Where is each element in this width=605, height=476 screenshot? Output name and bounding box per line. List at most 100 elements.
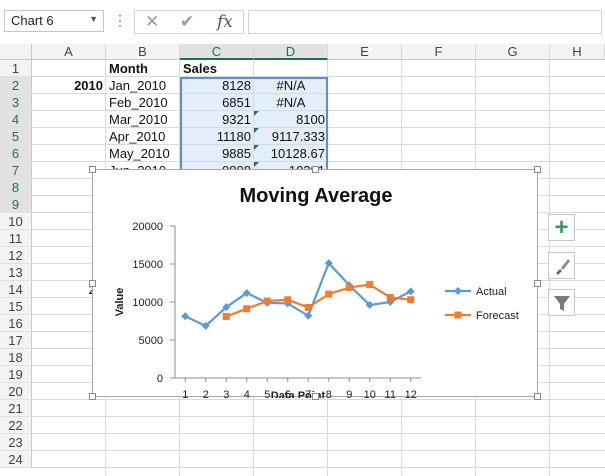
chart-area[interactable]: Moving Average 0 5000 10000 15000 20000 1 2 3 4 5 6…	[89, 166, 541, 402]
column-header-f[interactable]: F	[402, 44, 476, 60]
resize-handle[interactable]	[89, 166, 96, 173]
row-header-24[interactable]: 24	[0, 451, 32, 468]
resize-handle[interactable]	[312, 166, 319, 173]
cancel-icon[interactable]: ✕	[145, 12, 159, 32]
formula-input[interactable]	[248, 10, 602, 34]
row-header-8[interactable]: 8	[0, 179, 32, 196]
forecast-cell[interactable]: #N/A	[254, 77, 328, 94]
resize-handle[interactable]	[534, 393, 541, 400]
row-header-15[interactable]: 15	[0, 298, 32, 315]
row-header-14[interactable]: 14	[0, 281, 32, 298]
resize-handle[interactable]	[89, 280, 96, 287]
row-header-22[interactable]: 22	[0, 417, 32, 434]
x-tick-label: 2	[203, 389, 209, 398]
row-header-12[interactable]: 12	[0, 247, 32, 264]
resize-handle[interactable]	[534, 280, 541, 287]
sales-cell[interactable]: 6851	[180, 94, 254, 111]
sales-cell[interactable]: 9321	[180, 111, 254, 128]
cell-c1-header[interactable]: Sales	[180, 60, 254, 77]
column-header-a[interactable]: A	[32, 44, 106, 60]
y-tick-label: 20000	[132, 221, 163, 233]
column-header-h[interactable]: H	[550, 44, 605, 60]
forecast-cell[interactable]: 8100	[254, 111, 328, 128]
month-cell[interactable]: Mar_2010	[106, 111, 180, 128]
actual-point	[406, 287, 415, 296]
cell-b1-header[interactable]: Month	[106, 60, 180, 77]
forecast-point	[304, 303, 312, 311]
chart-elements-button[interactable]: +	[548, 214, 575, 241]
y-axis-title: Value	[114, 288, 126, 317]
x-tick-label: 12	[405, 389, 417, 398]
row-header-6[interactable]: 6	[0, 145, 32, 162]
resize-handle[interactable]	[89, 393, 96, 400]
sales-cell[interactable]: 11180	[180, 128, 254, 145]
month-cell[interactable]: Jan_2010	[106, 77, 180, 94]
month-cell[interactable]: May_2010	[106, 145, 180, 162]
sales-cell[interactable]: 9885	[180, 145, 254, 162]
forecast-point	[284, 296, 292, 304]
forecast-point	[325, 290, 333, 298]
error-indicator	[254, 128, 259, 133]
forecast-cell[interactable]: #N/A	[254, 94, 328, 111]
row-header-2[interactable]: 2	[0, 77, 32, 94]
series-line-actual	[184, 261, 412, 328]
column-header-b[interactable]: B	[106, 44, 180, 60]
row-header-17[interactable]: 17	[0, 332, 32, 349]
x-tick-label: 5	[264, 389, 270, 398]
row-header-16[interactable]: 16	[0, 315, 32, 332]
forecast-point	[407, 296, 415, 304]
row-gridline	[32, 416, 605, 417]
x-tick-label: 4	[244, 389, 250, 398]
row-header-1[interactable]: 1	[0, 60, 32, 77]
row-header-20[interactable]: 20	[0, 383, 32, 400]
y-tick-label: 0	[157, 373, 163, 385]
legend-marker-actual	[454, 287, 462, 295]
column-header-d[interactable]: D	[254, 44, 328, 60]
forecast-cell[interactable]: 9117.333	[254, 128, 328, 145]
row-header-3[interactable]: 3	[0, 94, 32, 111]
row-header-18[interactable]: 18	[0, 349, 32, 366]
resize-handle[interactable]	[312, 393, 319, 400]
column-header-c[interactable]: C	[180, 44, 254, 60]
filter-icon	[553, 295, 570, 311]
select-all-corner[interactable]	[0, 44, 32, 60]
forecast-cell[interactable]: 10128.67	[254, 145, 328, 162]
forecast-point	[243, 305, 251, 313]
column-header-g[interactable]: G	[476, 44, 550, 60]
sales-cell[interactable]: 8128	[180, 77, 254, 94]
forecast-point	[386, 293, 394, 301]
x-tick-label: 8	[326, 389, 332, 398]
forecast-point	[263, 297, 271, 305]
moving-average-chart: Moving Average050001000015000200001 2 3 4 5 6…	[114, 185, 519, 402]
row-header-9[interactable]: 9	[0, 196, 32, 213]
y-tick-label: 5000	[139, 335, 163, 347]
name-box[interactable]: Chart 6 ▼	[4, 10, 104, 32]
row-header-21[interactable]: 21	[0, 400, 32, 417]
row-header-5[interactable]: 5	[0, 128, 32, 145]
row-header-19[interactable]: 19	[0, 366, 32, 383]
insert-function-icon[interactable]: fx	[217, 12, 233, 32]
enter-icon[interactable]: ✔	[180, 12, 194, 32]
y-tick-label: 15000	[132, 259, 163, 271]
more-options-icon[interactable]: ⋮	[113, 12, 127, 29]
row-gridline	[32, 450, 605, 451]
row-header-11[interactable]: 11	[0, 230, 32, 247]
actual-point	[181, 312, 190, 321]
chevron-down-icon[interactable]: ▼	[89, 14, 98, 24]
month-cell[interactable]: Apr_2010	[106, 128, 180, 145]
cell-a2[interactable]: 2010	[32, 77, 106, 94]
row-header-23[interactable]: 23	[0, 434, 32, 451]
row-header-13[interactable]: 13	[0, 264, 32, 281]
chart-styles-button[interactable]	[548, 252, 575, 279]
name-box-value: Chart 6	[11, 13, 54, 28]
column-header-e[interactable]: E	[328, 44, 402, 60]
row-header-7[interactable]: 7	[0, 162, 32, 179]
legend-marker-forecast	[454, 311, 462, 319]
formula-buttons: ✕ ✔ fx	[134, 10, 244, 34]
error-indicator	[254, 111, 259, 116]
row-header-4[interactable]: 4	[0, 111, 32, 128]
month-cell[interactable]: Feb_2010	[106, 94, 180, 111]
resize-handle[interactable]	[534, 166, 541, 173]
chart-filters-button[interactable]	[548, 289, 575, 316]
row-header-10[interactable]: 10	[0, 213, 32, 230]
